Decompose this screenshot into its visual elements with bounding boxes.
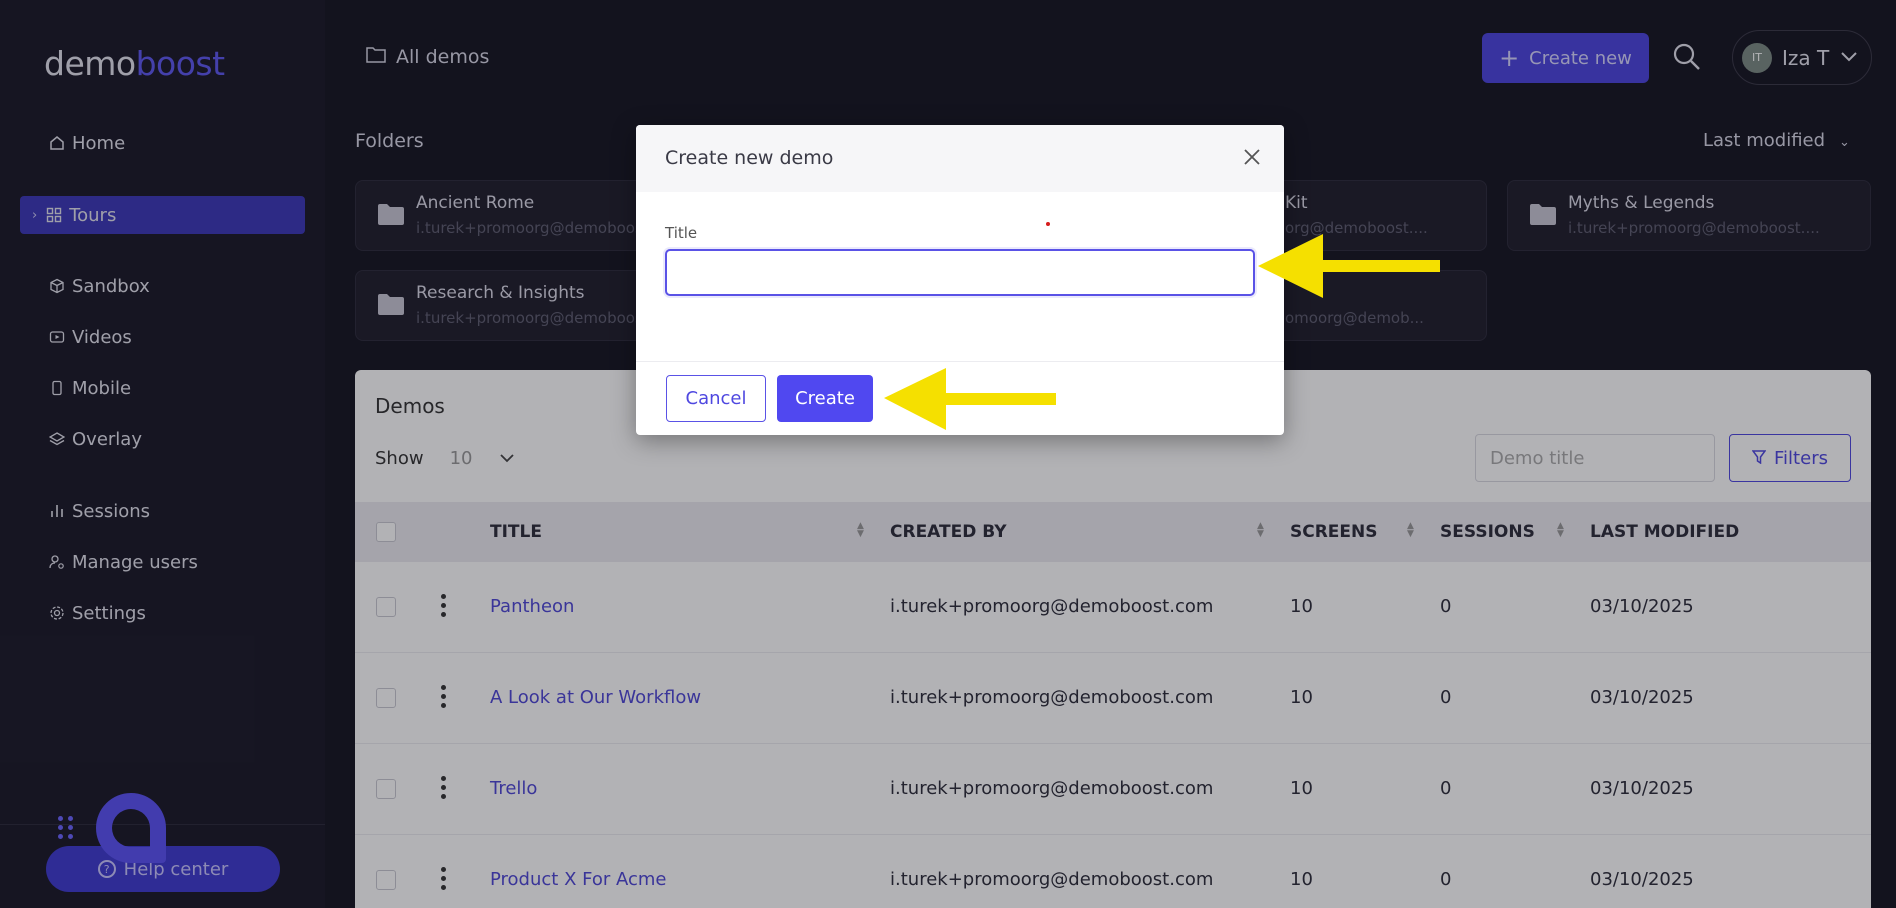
- annotation-arrow-icon: [884, 368, 1056, 430]
- cursor-marker: [1046, 222, 1050, 226]
- create-button[interactable]: Create: [777, 375, 873, 422]
- title-field-label: Title: [665, 224, 698, 242]
- close-icon[interactable]: [1242, 147, 1264, 169]
- modal-divider: [636, 361, 1284, 362]
- cancel-button[interactable]: Cancel: [666, 375, 766, 422]
- modal-title: Create new demo: [665, 147, 834, 169]
- modal-header: Create new demo: [636, 125, 1284, 192]
- title-input[interactable]: [665, 249, 1255, 296]
- annotation-arrow-icon: [1258, 234, 1440, 298]
